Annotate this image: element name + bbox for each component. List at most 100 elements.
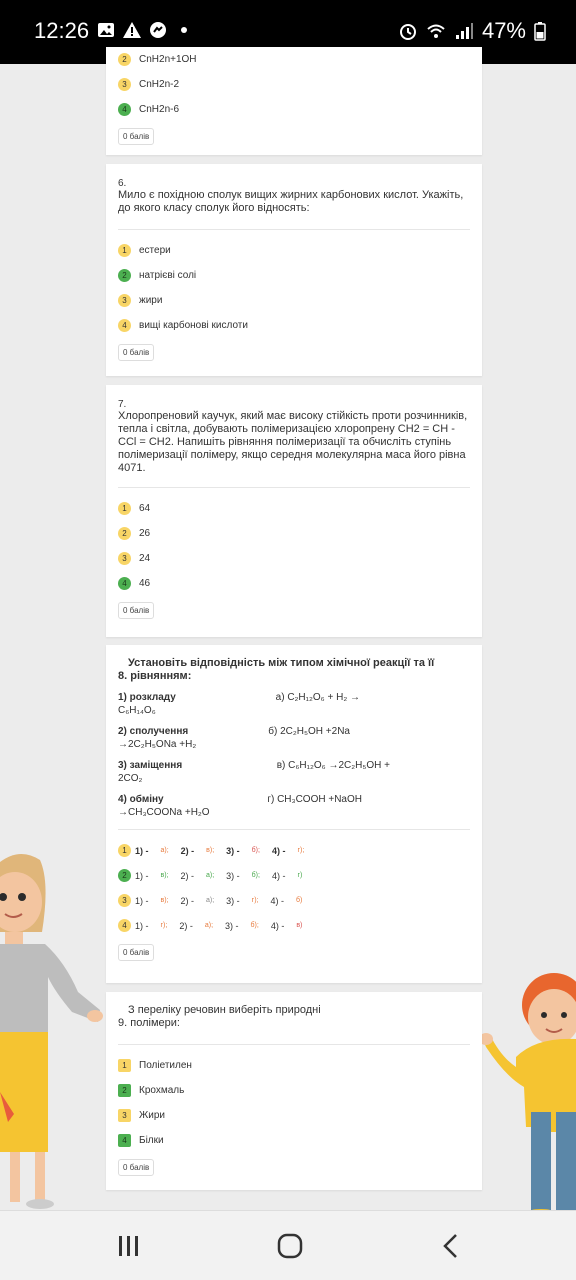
pair-left: 2) сполучення — [118, 726, 189, 737]
question-card-8: Установіть відповідність між типом хіміч… — [106, 645, 482, 983]
pair-right: а) C₂H₁₂O₆ + H₂ → — [275, 692, 360, 703]
question-number: 6. — [118, 178, 127, 189]
pair-left: 3) заміщення — [118, 760, 183, 771]
option-number-badge: 4 — [118, 577, 131, 590]
answer-option[interactable]: 2 натрієві солі — [118, 263, 470, 288]
answer-option[interactable]: 2 Крохмаль — [118, 1078, 470, 1103]
pair-cont: →2C₂H₅ONa +H₂ — [118, 739, 197, 750]
question-number: 9. — [118, 1017, 128, 1029]
navigation-bar — [0, 1210, 576, 1280]
answer-number: 3) - — [226, 870, 240, 881]
matching-answer-option[interactable]: 3 1) - в); 2) - а); 3) - г); 4) - б) — [118, 888, 470, 913]
divider — [118, 229, 470, 230]
divider — [118, 487, 470, 488]
option-label: вищі карбонові кислоти — [139, 320, 248, 331]
score-badge: 0 балів — [118, 344, 155, 361]
answer-letter: б); — [251, 872, 260, 879]
option-label: Білки — [139, 1135, 164, 1146]
answer-letter: в); — [206, 847, 215, 854]
answer-letter: г); — [251, 897, 259, 904]
question-title-cont: полімери: — [130, 1017, 180, 1029]
answer-option[interactable]: 3 Жири — [118, 1103, 470, 1128]
pair-right: г) CH₃COOH +NaOH — [267, 794, 362, 805]
option-number-badge: 1 — [118, 1059, 131, 1072]
divider — [118, 1044, 470, 1045]
option-number-badge: 2 — [118, 869, 131, 882]
answer-letter: в) — [296, 922, 303, 929]
matching-answer-option[interactable]: 4 1) - г); 2) - а); 3) - б); 4) - в) — [118, 913, 470, 938]
option-label: 26 — [139, 528, 151, 539]
option-number-badge: 1 — [118, 502, 131, 515]
option-number-badge: 3 — [118, 894, 131, 907]
answer-option[interactable]: 3 CnH2n-2 — [118, 72, 470, 97]
option-number-badge: 2 — [118, 269, 131, 282]
question-title-cont: рівнянням: — [130, 670, 192, 682]
answer-option[interactable]: 4 CnH2n-6 — [118, 97, 470, 122]
answer-option[interactable]: 1 естери — [118, 238, 470, 263]
recent-apps-icon[interactable] — [116, 1233, 142, 1259]
answer-option[interactable]: 1 Поліетилен — [118, 1053, 470, 1078]
answer-option[interactable]: 2 26 — [118, 521, 470, 546]
pair-right: б) 2C₂H₅OH +2Na — [268, 726, 350, 737]
answer-option[interactable]: 1 64 — [118, 496, 470, 521]
answer-number: 1) - — [135, 895, 149, 906]
answer-number: 3) - — [226, 845, 240, 856]
student-illustration-right — [479, 973, 576, 1210]
answer-option[interactable]: 4 вищі карбонові кислоти — [118, 313, 470, 338]
answer-number: 2) - — [180, 845, 195, 856]
signal-icon — [455, 23, 473, 39]
system-icons: 47% — [398, 18, 546, 44]
answer-option[interactable]: 4 Білки — [118, 1128, 470, 1153]
answer-number: 4) - — [271, 845, 286, 856]
question-card-7: 7. Хлоропреновий каучук, який має високу… — [106, 385, 482, 637]
quiz-content[interactable]: 2 CnH2n+1OH 3 CnH2n-2 4 CnH2n-6 0 балів 6. … — [0, 47, 576, 1210]
option-label: CnH2n+1OH — [139, 54, 197, 65]
option-label: CnH2n-2 — [139, 79, 180, 90]
option-number-badge: 3 — [118, 294, 131, 307]
answer-number: 2) - — [180, 895, 195, 906]
answer-number: 4) - — [271, 870, 286, 881]
answer-letter: г); — [297, 847, 305, 854]
answer-number: 1) - — [135, 920, 149, 931]
question-text: Хлоропреновий каучук, який має високу ст… — [118, 410, 468, 474]
wifi-icon — [427, 24, 445, 38]
option-number-badge: 1 — [118, 244, 131, 257]
battery-percent: 47% — [481, 18, 526, 43]
option-label: натрієві солі — [139, 270, 197, 281]
clock: 12:26 — [34, 18, 90, 43]
pair-left: 1) розкладу — [118, 692, 176, 703]
matching-answer-option[interactable]: 1 1) - а); 2) - в); 3) - б); 4) - г); — [118, 838, 470, 863]
teacher-illustration-left — [0, 853, 103, 1209]
option-number-badge: 2 — [118, 527, 131, 540]
divider — [118, 829, 470, 830]
answer-letter: а); — [160, 847, 169, 854]
matching-answer-option[interactable]: 2 1) - в); 2) - а); 3) - б); 4) - г) — [118, 863, 470, 888]
score-badge: 0 балів — [118, 602, 155, 619]
answer-option[interactable]: 3 жири — [118, 288, 470, 313]
answer-option[interactable]: 3 24 — [118, 546, 470, 571]
notification-icons — [96, 20, 194, 40]
question-number: 8. — [118, 670, 128, 682]
answer-number: 1) - — [135, 845, 149, 856]
image-icon — [98, 23, 114, 37]
back-icon[interactable] — [440, 1233, 462, 1259]
pair-right: в) C₆H₁₂O₆ →2C₂H₅OH + — [276, 760, 390, 771]
pair-cont: →CH₃COONa +H₂O — [118, 807, 210, 818]
score-badge: 0 балів — [118, 1159, 155, 1176]
answer-letter: в); — [160, 897, 169, 904]
answer-option[interactable]: 2 CnH2n+1OH — [118, 47, 470, 72]
option-number-badge: 3 — [118, 552, 131, 565]
answer-option[interactable]: 4 46 — [118, 571, 470, 596]
option-number-badge: 4 — [118, 319, 131, 332]
answer-letter: в); — [160, 872, 169, 879]
question-card-6: 6. Мило є похідною сполук вищих жирних к… — [106, 164, 482, 376]
answer-letter: г); — [160, 922, 168, 929]
answer-number: 4) - — [270, 920, 285, 931]
home-icon[interactable] — [276, 1233, 304, 1259]
question-card-9: З переліку речовин виберіть природні 9. … — [106, 992, 482, 1190]
battery-icon — [534, 22, 546, 41]
messenger-icon — [150, 22, 166, 38]
question-card-5: 2 CnH2n+1OH 3 CnH2n-2 4 CnH2n-6 0 балів — [106, 47, 482, 155]
answer-number: 3) - — [226, 895, 240, 906]
option-label: Жири — [139, 1110, 165, 1121]
